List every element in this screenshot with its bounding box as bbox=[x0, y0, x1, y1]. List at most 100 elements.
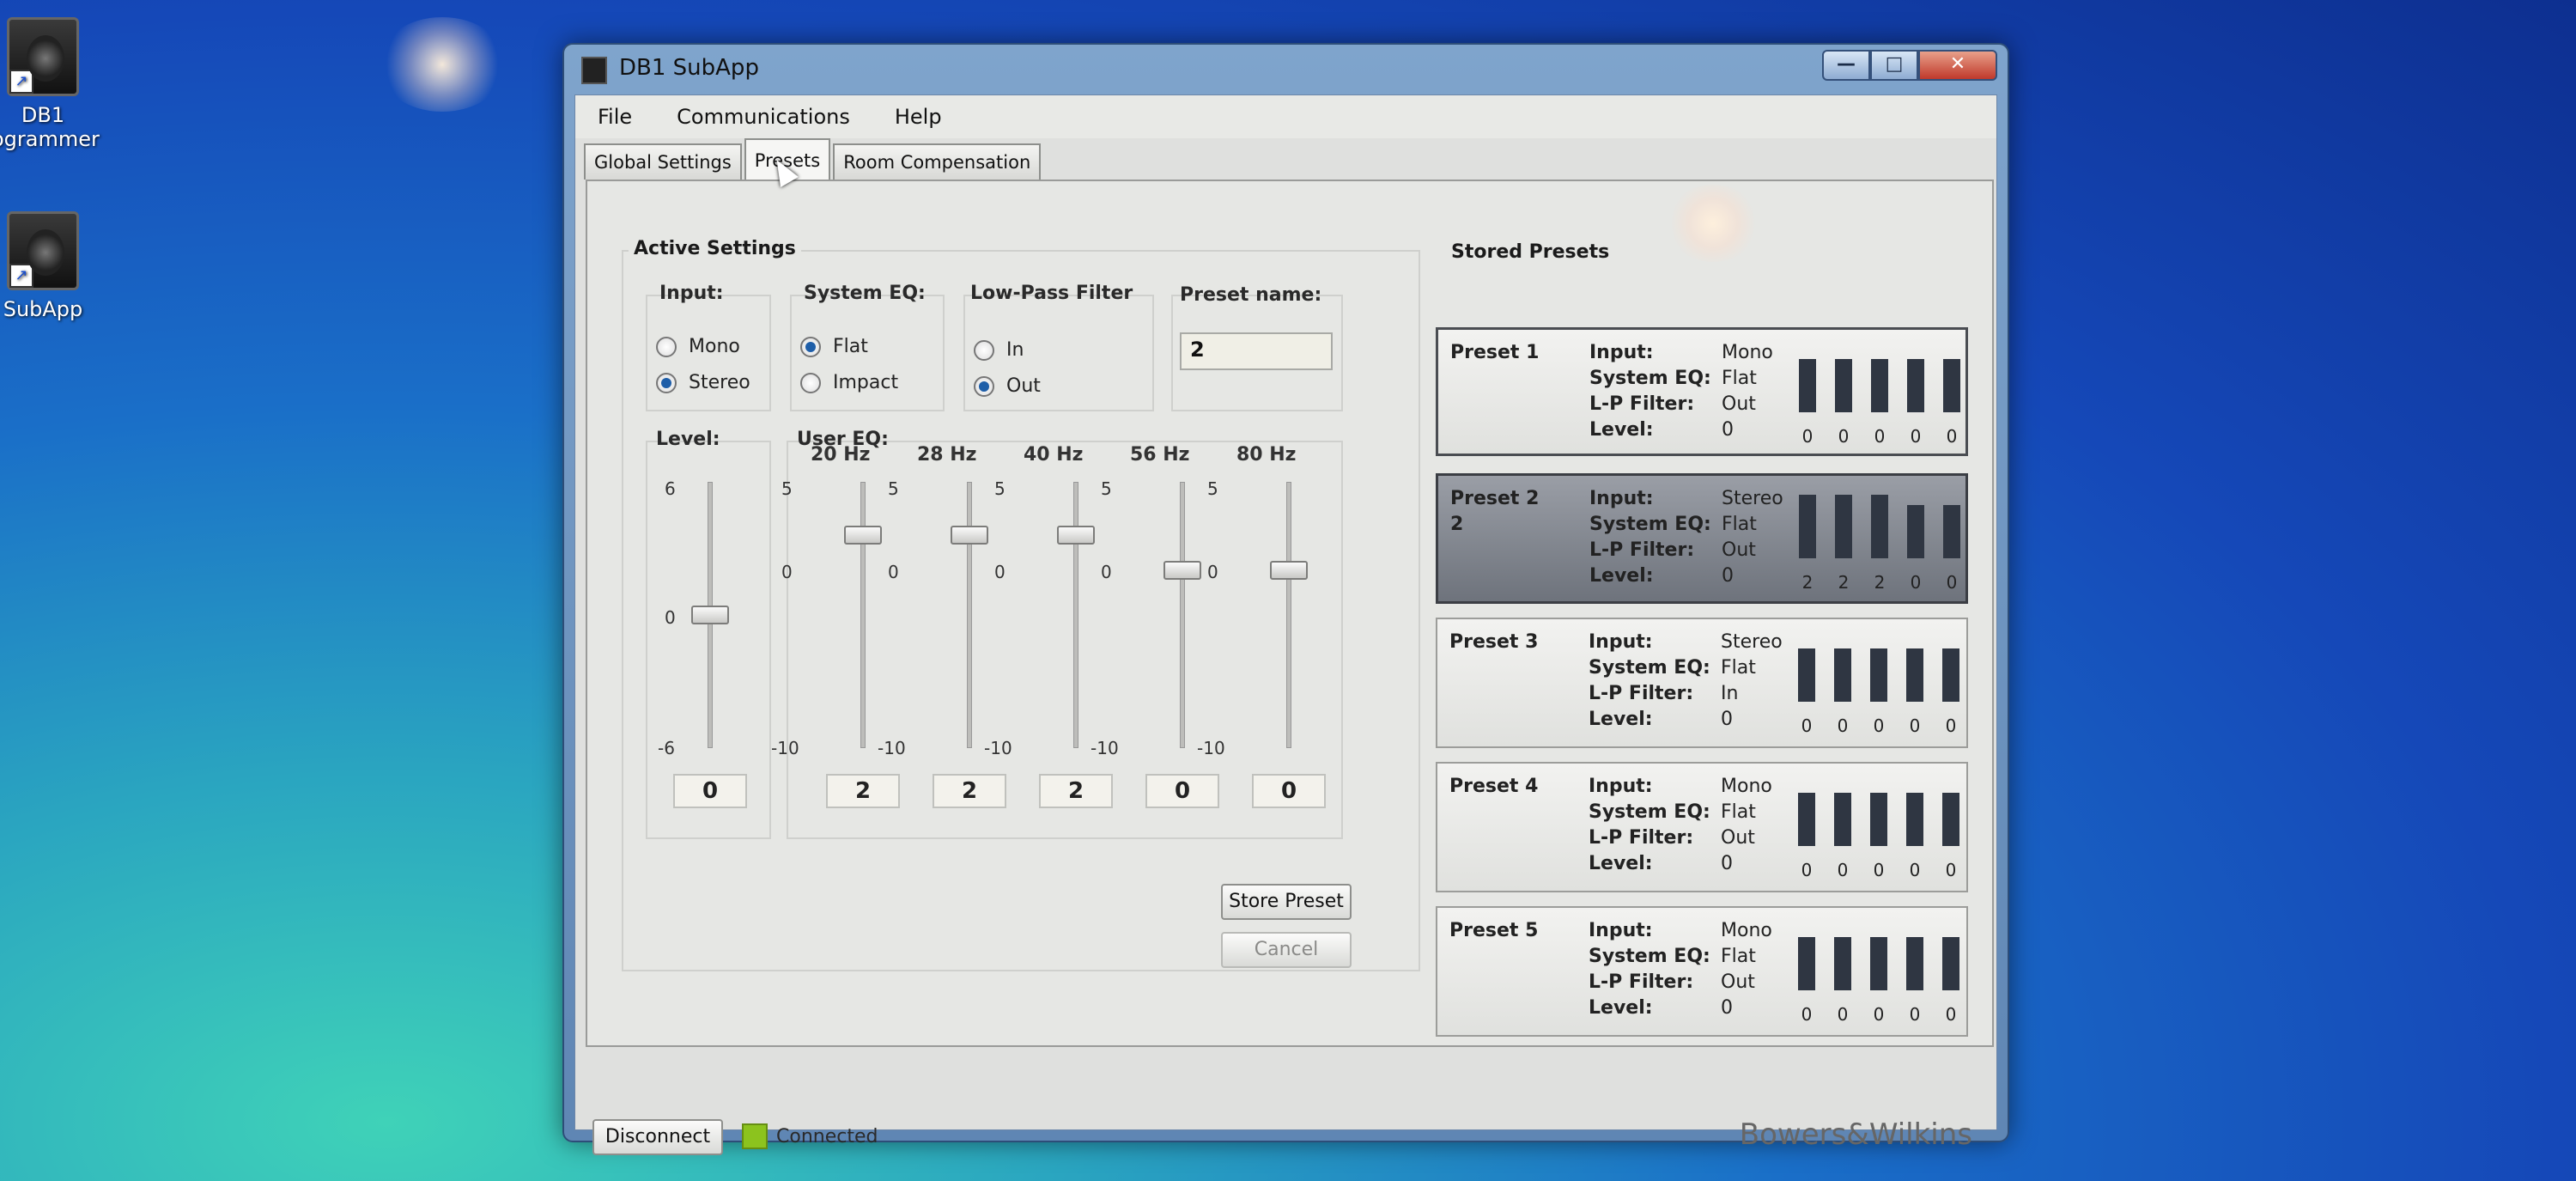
preset-eq-bar-label: 0 bbox=[1801, 860, 1813, 880]
stored-preset-card[interactable]: Preset 1 Input: Mono System EQ: Flat L-P Filt… bbox=[1436, 327, 1968, 456]
preset-field-value: Out bbox=[1721, 971, 1755, 993]
eq-scale-top: 5 bbox=[1207, 478, 1218, 499]
radio-label: Mono bbox=[689, 336, 740, 357]
shortcut-arrow-icon: ↗ bbox=[9, 264, 33, 288]
preset-field-value: Flat bbox=[1722, 368, 1757, 389]
low-pass-out-radio[interactable]: Out bbox=[974, 375, 1041, 397]
desktop-icon-subapp[interactable]: ↗ SubApp bbox=[0, 211, 94, 321]
preset-field-label: Level: bbox=[1589, 565, 1654, 587]
stored-preset-card[interactable]: Preset 2 2 Input: Stereo System EQ: Flat L-P F… bbox=[1436, 473, 1968, 604]
level-value: 0 bbox=[673, 774, 747, 808]
preset-field-value: Mono bbox=[1722, 342, 1773, 363]
preset-eq-bars bbox=[1799, 356, 1960, 412]
radio-button[interactable] bbox=[974, 375, 994, 397]
tab-global-settings[interactable]: Global Settings bbox=[584, 143, 742, 180]
preset-eq-bar bbox=[1871, 359, 1888, 412]
preset-field-label: L-P Filter: bbox=[1589, 971, 1694, 993]
app-window: DB1 SubApp — □ ✕ File Communications Hel… bbox=[562, 43, 2009, 1155]
low-pass-in-radio[interactable]: In bbox=[974, 339, 1024, 361]
menu-communications[interactable]: Communications bbox=[654, 105, 872, 129]
radio-label: Out bbox=[1006, 375, 1041, 397]
radio-button[interactable] bbox=[800, 336, 821, 357]
eq-slider-track[interactable] bbox=[860, 482, 866, 748]
preset-eq-bar-label: 0 bbox=[1946, 426, 1958, 447]
desktop-icon-label: DB1 bbox=[21, 103, 65, 127]
menu-help[interactable]: Help bbox=[872, 105, 964, 129]
radio-button[interactable] bbox=[656, 336, 677, 357]
desktop-icon-db1-programmer[interactable]: ↗ DB1 ogrammer bbox=[0, 17, 100, 151]
eq-band-freq: 80 Hz bbox=[1236, 444, 1297, 466]
preset-eq-bar bbox=[1835, 495, 1852, 558]
preset-field-label: Level: bbox=[1589, 853, 1653, 874]
eq-slider-track[interactable] bbox=[967, 482, 972, 748]
preset-eq-bar bbox=[1834, 793, 1851, 846]
eq-band-freq: 40 Hz bbox=[1024, 444, 1084, 466]
eq-slider-thumb[interactable] bbox=[1163, 561, 1201, 581]
tab-room-compensation[interactable]: Room Compensation bbox=[833, 143, 1042, 180]
preset-name-input[interactable]: 2 bbox=[1180, 332, 1333, 370]
window-title: DB1 SubApp bbox=[619, 55, 759, 81]
eq-slider-thumb[interactable] bbox=[1270, 561, 1308, 581]
preset-eq-bar bbox=[1798, 793, 1815, 846]
menu-file[interactable]: File bbox=[575, 105, 654, 129]
maximize-button[interactable]: □ bbox=[1870, 50, 1918, 81]
level-label: Level: bbox=[656, 429, 720, 450]
eq-slider-track[interactable] bbox=[1286, 482, 1291, 748]
system-eq-flat-radio[interactable]: Flat bbox=[800, 336, 868, 357]
preset-name: Preset 1 bbox=[1450, 342, 1540, 363]
input-mono-radio[interactable]: Mono bbox=[656, 336, 740, 357]
stored-preset-card[interactable]: Preset 4 Input: Mono System EQ: Flat L-P Filt… bbox=[1436, 762, 1968, 892]
eq-scale-bottom: -10 bbox=[984, 738, 1012, 758]
radio-button[interactable] bbox=[974, 339, 994, 361]
preset-eq-bar bbox=[1870, 648, 1887, 702]
disconnect-button[interactable]: Disconnect bbox=[592, 1119, 723, 1155]
store-preset-button[interactable]: Store Preset bbox=[1221, 884, 1352, 920]
preset-eq-bar-label: 0 bbox=[1945, 1004, 1957, 1025]
system-eq-impact-radio[interactable]: Impact bbox=[800, 372, 898, 393]
stored-preset-card[interactable]: Preset 3 Input: Stereo System EQ: Flat L-P Fi… bbox=[1436, 618, 1968, 748]
eq-slider-thumb[interactable] bbox=[844, 526, 882, 545]
preset-eq-bar bbox=[1907, 505, 1924, 558]
preset-eq-bar bbox=[1870, 793, 1887, 846]
preset-eq-bar-label: 0 bbox=[1909, 715, 1921, 736]
preset-field-value: Mono bbox=[1721, 776, 1772, 797]
eq-slider-track[interactable] bbox=[1073, 482, 1078, 748]
desktop-icon-label: SubApp bbox=[3, 297, 83, 321]
preset-field-label: Level: bbox=[1589, 997, 1653, 1019]
eq-slider-thumb[interactable] bbox=[1057, 526, 1095, 545]
eq-scale-mid: 0 bbox=[1101, 562, 1112, 583]
preset-name: Preset 5 bbox=[1449, 920, 1539, 941]
input-stereo-radio[interactable]: Stereo bbox=[656, 372, 750, 393]
screen-glare bbox=[1666, 185, 1760, 262]
eq-scale-top: 5 bbox=[1101, 478, 1112, 499]
eq-scale-top: 5 bbox=[888, 478, 899, 499]
preset-eq-bar bbox=[1871, 495, 1888, 558]
radio-button[interactable] bbox=[800, 372, 821, 393]
eq-slider-thumb[interactable] bbox=[951, 526, 988, 545]
title-bar[interactable]: DB1 SubApp — □ ✕ bbox=[564, 45, 2008, 94]
preset-field-value: Out bbox=[1722, 393, 1756, 415]
preset-name: Preset 3 bbox=[1449, 631, 1539, 653]
preset-eq-bar bbox=[1835, 359, 1852, 412]
minimize-button[interactable]: — bbox=[1822, 50, 1870, 81]
preset-field-label: System EQ: bbox=[1589, 946, 1710, 967]
stored-presets-title: Stored Presets bbox=[1446, 241, 1615, 263]
preset-field-label: System EQ: bbox=[1589, 801, 1710, 823]
eq-band-value: 2 bbox=[826, 774, 900, 808]
eq-slider-track[interactable] bbox=[1180, 482, 1185, 748]
cancel-button[interactable]: Cancel bbox=[1221, 932, 1352, 968]
preset-field-value: Out bbox=[1722, 539, 1756, 561]
level-slider-thumb[interactable] bbox=[691, 606, 729, 624]
speaker-icon: ↗ bbox=[7, 17, 79, 96]
radio-button[interactable] bbox=[656, 372, 677, 393]
preset-eq-bars bbox=[1798, 934, 1959, 990]
preset-field-value: 0 bbox=[1722, 419, 1734, 441]
preset-field-label: L-P Filter: bbox=[1589, 539, 1695, 561]
preset-eq-bars bbox=[1799, 495, 1960, 558]
eq-scale-mid: 0 bbox=[888, 562, 899, 583]
stored-preset-card[interactable]: Preset 5 Input: Mono System EQ: Flat L-P Filt… bbox=[1436, 906, 1968, 1037]
preset-eq-bar-label: 0 bbox=[1945, 860, 1957, 880]
radio-label: In bbox=[1006, 339, 1024, 361]
close-button[interactable]: ✕ bbox=[1918, 50, 1997, 81]
level-scale-top: 6 bbox=[665, 478, 676, 499]
